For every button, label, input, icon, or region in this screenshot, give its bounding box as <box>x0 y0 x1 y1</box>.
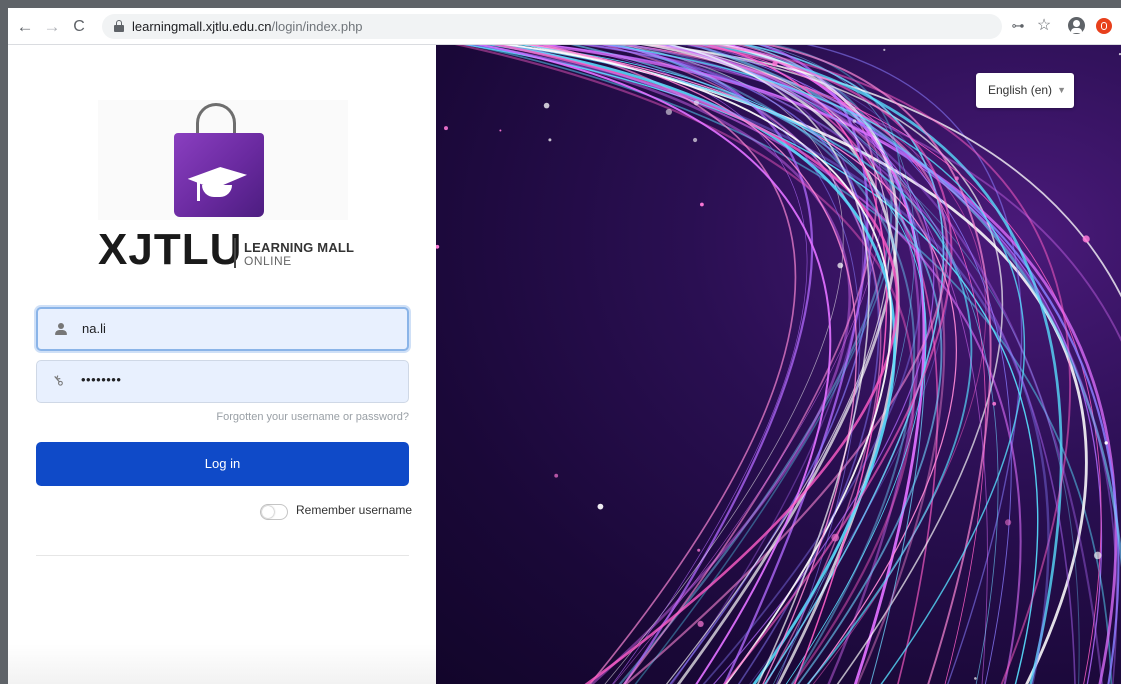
light-particle <box>1104 441 1108 445</box>
bookmark-star-icon[interactable]: ☆ <box>1034 15 1054 37</box>
username-value: na.li <box>82 321 106 336</box>
key-icon: ⚷ <box>48 370 67 390</box>
remember-username-toggle[interactable] <box>260 504 288 520</box>
browser-window: ← → C learningmall.xjtlu.edu.cn/login/in… <box>8 8 1121 684</box>
light-particle <box>837 262 844 269</box>
browser-toolbar: ← → C learningmall.xjtlu.edu.cn/login/in… <box>8 8 1121 45</box>
light-streak <box>539 45 797 684</box>
light-particle <box>1093 551 1102 560</box>
address-bar[interactable]: learningmall.xjtlu.edu.cn/login/index.ph… <box>102 14 1002 39</box>
toggle-knob <box>262 506 274 518</box>
language-selected: English (en) <box>988 83 1053 97</box>
profile-avatar-icon[interactable] <box>1066 15 1086 37</box>
light-streak <box>550 45 808 684</box>
password-key-icon[interactable]: ⊶ <box>1008 15 1028 37</box>
user-icon <box>54 322 68 338</box>
light-streak <box>622 45 878 684</box>
light-particle <box>665 108 672 115</box>
password-value: •••••••• <box>81 372 122 387</box>
logo-divider <box>234 238 236 268</box>
light-particle <box>883 48 886 51</box>
light-particle <box>693 137 698 143</box>
background-image: English (en) ▼ <box>436 45 1121 684</box>
light-particle <box>1082 235 1090 243</box>
chevron-down-icon: ▼ <box>1057 85 1066 95</box>
light-streak <box>600 45 882 684</box>
light-particle <box>543 102 550 109</box>
lock-icon[interactable] <box>114 20 124 32</box>
reload-icon[interactable]: C <box>68 16 90 38</box>
light-particle <box>954 176 959 181</box>
light-particle <box>1005 519 1012 526</box>
light-streak <box>475 45 832 684</box>
username-input[interactable]: na.li <box>36 307 409 351</box>
url-text: learningmall.xjtlu.edu.cn/login/index.ph… <box>132 19 363 34</box>
url-host: learningmall.xjtlu.edu.cn <box>132 19 272 34</box>
light-particle <box>697 620 704 628</box>
cap-tassel <box>197 181 200 201</box>
login-panel: XJTLU LEARNING MALL ONLINE na.li ⚷ •••••… <box>8 45 436 684</box>
light-particle <box>974 677 977 680</box>
light-particle <box>852 119 857 123</box>
light-particle <box>554 473 559 478</box>
light-particle <box>700 202 704 207</box>
light-streaks-graphic <box>436 45 1121 684</box>
light-particle <box>992 401 997 406</box>
remember-username-label: Remember username <box>296 503 413 517</box>
login-page: XJTLU LEARNING MALL ONLINE na.li ⚷ •••••… <box>8 45 1121 684</box>
forward-arrow-icon[interactable]: → <box>41 16 63 38</box>
forgot-password-link[interactable]: Forgotten your username or password? <box>216 411 409 423</box>
light-particle <box>693 100 699 106</box>
light-streak <box>617 45 916 684</box>
login-button[interactable]: Log in <box>36 442 409 486</box>
extension-icon[interactable] <box>1093 15 1115 37</box>
language-selector[interactable]: English (en) ▼ <box>976 73 1074 108</box>
url-path: /login/index.php <box>271 19 363 34</box>
light-streak <box>454 45 916 684</box>
panel-footer-fade <box>8 644 436 684</box>
logo-online: ONLINE <box>244 254 292 268</box>
logo-learning-mall: LEARNING MALL <box>244 240 355 255</box>
light-particle <box>436 244 440 249</box>
logo-brand-text: XJTLU <box>98 225 243 274</box>
password-input[interactable]: ⚷ •••••••• <box>36 360 409 403</box>
light-particle <box>499 129 502 132</box>
section-divider <box>36 555 409 556</box>
light-particle <box>772 61 778 67</box>
light-particle <box>831 533 840 542</box>
light-particle <box>697 548 701 552</box>
light-particle <box>597 503 604 510</box>
light-particle <box>548 138 552 142</box>
light-particle <box>444 126 448 131</box>
back-arrow-icon[interactable]: ← <box>14 16 36 38</box>
